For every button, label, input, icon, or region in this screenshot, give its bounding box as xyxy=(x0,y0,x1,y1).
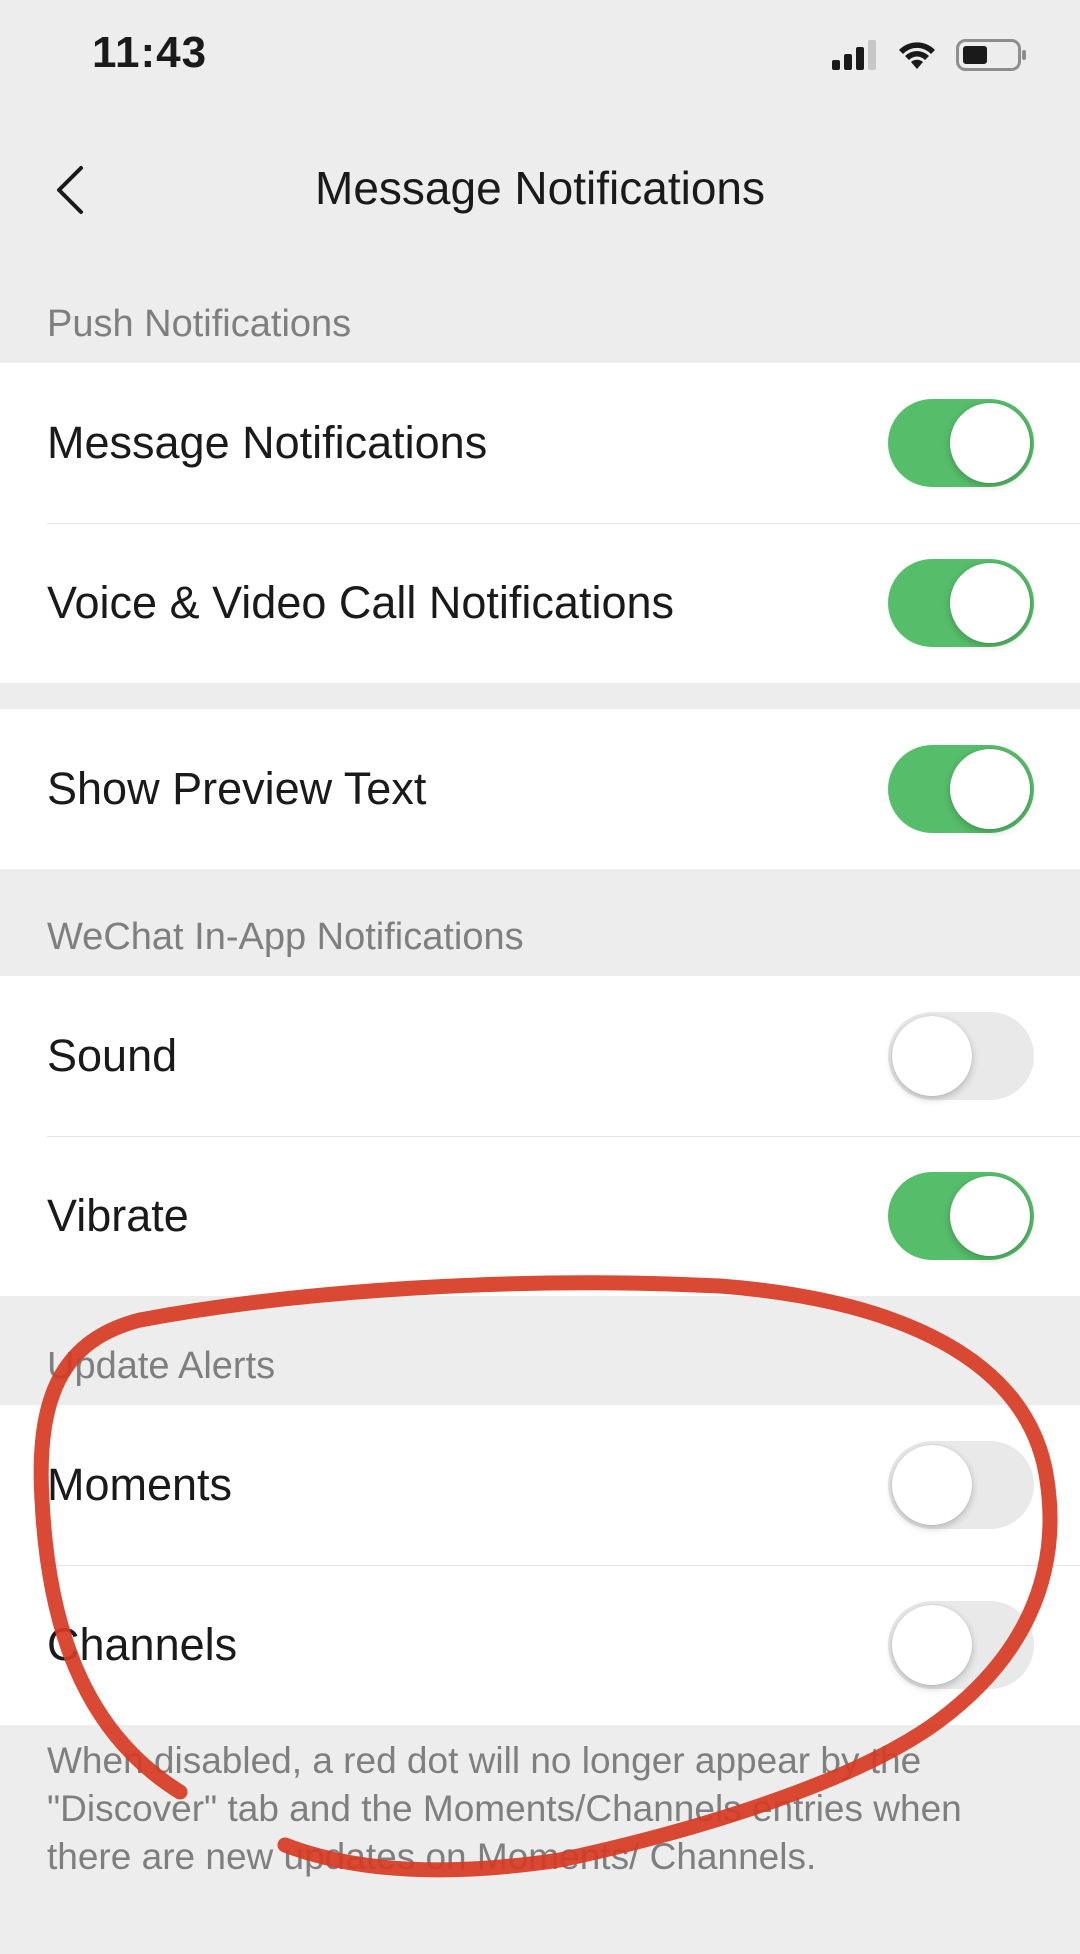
toggle-knob xyxy=(950,563,1030,643)
section-header-in-app: WeChat In-App Notifications xyxy=(47,916,524,958)
vibrate-toggle[interactable] xyxy=(888,1172,1034,1260)
section-header-push: Push Notifications xyxy=(47,303,352,345)
setting-label: Moments xyxy=(47,1459,233,1510)
channels-toggle[interactable] xyxy=(888,1601,1034,1689)
screen: 11:43 Message Notifications Push Notific… xyxy=(0,0,1080,1954)
group-preview: Show Preview Text xyxy=(0,709,1080,869)
setting-label: Message Notifications xyxy=(47,417,488,468)
sound-toggle[interactable] xyxy=(888,1012,1034,1100)
setting-row-moments: Moments xyxy=(0,1405,1080,1565)
toggle-knob xyxy=(950,749,1030,829)
wifi-icon xyxy=(899,42,935,69)
toggle-knob xyxy=(950,403,1030,483)
setting-row-voice-video-call: Voice & Video Call Notifications xyxy=(0,523,1080,683)
setting-label: Voice & Video Call Notifications xyxy=(47,577,675,628)
toggle-knob xyxy=(892,1445,972,1525)
show-preview-text-toggle[interactable] xyxy=(888,745,1034,833)
setting-row-vibrate: Vibrate xyxy=(0,1136,1080,1296)
signal-icon xyxy=(832,40,876,70)
page-title: Message Notifications xyxy=(315,162,765,214)
setting-label: Show Preview Text xyxy=(47,763,427,814)
setting-label: Sound xyxy=(47,1030,178,1081)
status-time: 11:43 xyxy=(92,28,208,77)
voice-video-call-toggle[interactable] xyxy=(888,559,1034,647)
toggle-knob xyxy=(892,1016,972,1096)
group-update-alerts: Moments Channels xyxy=(0,1405,1080,1725)
update-alerts-footnote: When disabled, a red dot will no longer … xyxy=(47,1740,962,1877)
message-notifications-toggle[interactable] xyxy=(888,399,1034,487)
section-header-update-alerts: Update Alerts xyxy=(47,1345,276,1387)
moments-toggle[interactable] xyxy=(888,1441,1034,1529)
setting-row-message-notifications: Message Notifications xyxy=(0,363,1080,523)
status-bar: 11:43 xyxy=(0,0,1080,115)
toggle-knob xyxy=(892,1605,972,1685)
setting-row-show-preview-text: Show Preview Text xyxy=(0,709,1080,869)
toggle-knob xyxy=(950,1176,1030,1256)
nav-bar: Message Notifications xyxy=(0,115,1080,265)
group-in-app: Sound Vibrate xyxy=(0,976,1080,1296)
battery-icon xyxy=(956,39,1026,71)
group-push: Message Notifications Voice & Video Call… xyxy=(0,363,1080,683)
setting-row-channels: Channels xyxy=(0,1565,1080,1725)
setting-row-sound: Sound xyxy=(0,976,1080,1136)
setting-label: Channels xyxy=(47,1619,238,1670)
setting-label: Vibrate xyxy=(47,1190,189,1241)
status-icons xyxy=(832,38,1028,72)
